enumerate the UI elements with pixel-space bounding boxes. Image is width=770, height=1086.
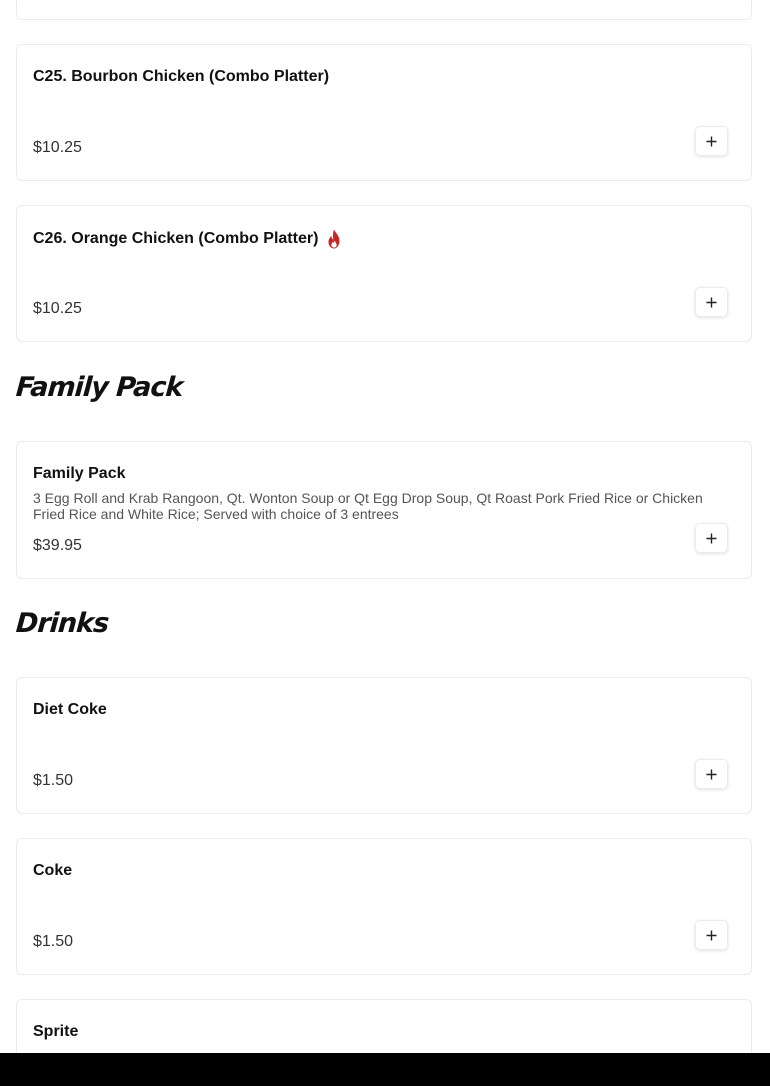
menu-item-title-text: C26. Orange Chicken (Combo Platter): [33, 230, 319, 247]
add-to-cart-button[interactable]: [695, 920, 728, 950]
plus-icon: [706, 533, 717, 543]
plus-icon: [706, 930, 717, 940]
menu-item-title: C25. Bourbon Chicken (Combo Platter): [33, 68, 329, 86]
menu-item-title: Family Pack: [33, 465, 126, 483]
add-to-cart-button[interactable]: [695, 759, 728, 789]
menu-item-card-diet-coke[interactable]: Diet Coke $1.50: [16, 677, 752, 814]
add-to-cart-button[interactable]: [695, 126, 728, 156]
menu-item-title: Coke: [33, 862, 72, 880]
menu-item-price: $10.25: [33, 300, 82, 317]
menu-page: C25. Bourbon Chicken (Combo Platter) $10…: [0, 0, 770, 1086]
menu-item-price: $1.50: [33, 933, 74, 950]
menu-item-title: C26. Orange Chicken (Combo Platter): [33, 229, 342, 249]
menu-item-card-c26[interactable]: C26. Orange Chicken (Combo Platter) $10.…: [16, 205, 752, 342]
section-heading-family-pack: Family Pack: [14, 372, 184, 403]
section-heading-drinks: Drinks: [14, 608, 110, 639]
menu-item-card-c25[interactable]: C25. Bourbon Chicken (Combo Platter) $10…: [16, 44, 752, 181]
menu-item-card-coke[interactable]: Coke $1.50: [16, 838, 752, 975]
bottom-bar: [0, 1053, 770, 1086]
menu-item-title: Sprite: [33, 1023, 78, 1041]
menu-item-title-text: C25. Bourbon Chicken (Combo Platter): [33, 68, 330, 85]
menu-item-price: $1.50: [33, 772, 74, 789]
menu-item-title-text: Sprite: [33, 1023, 79, 1040]
menu-item-price: $39.95: [33, 537, 82, 554]
menu-item-description: 3 Egg Roll and Krab Rangoon, Qt. Wonton …: [33, 490, 703, 522]
menu-item-card-previous[interactable]: [16, 0, 752, 20]
plus-icon: [706, 136, 717, 146]
add-to-cart-button[interactable]: [695, 523, 728, 553]
menu-item-card-family-pack[interactable]: Family Pack 3 Egg Roll and Krab Rangoon,…: [16, 441, 752, 579]
menu-item-title: Diet Coke: [33, 701, 107, 719]
menu-item-title-text: Diet Coke: [33, 701, 107, 718]
menu-item-title-text: Family Pack: [33, 465, 126, 482]
fire-icon: [328, 229, 340, 249]
menu-item-title-text: Coke: [33, 862, 73, 879]
plus-icon: [706, 769, 717, 779]
add-to-cart-button[interactable]: [695, 287, 728, 317]
menu-item-price: $10.25: [33, 139, 82, 156]
plus-icon: [706, 297, 717, 307]
